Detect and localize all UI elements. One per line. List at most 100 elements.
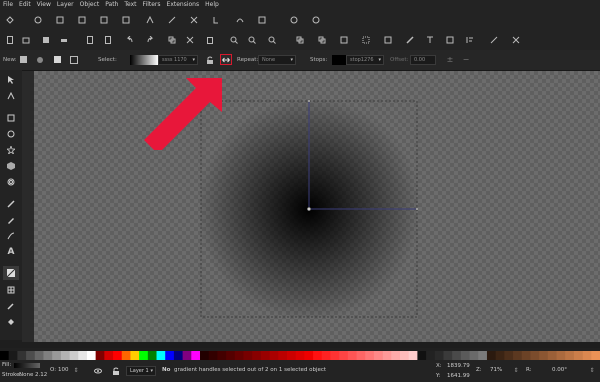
rotation-value[interactable]: 0.00° <box>552 367 567 373</box>
snap-page-icon[interactable] <box>258 16 266 24</box>
dropper-icon[interactable] <box>7 302 15 310</box>
fill-indicator[interactable] <box>14 363 40 368</box>
pencil-icon[interactable] <box>7 200 15 208</box>
layer-select[interactable]: Layer 1 ▾ <box>126 366 156 376</box>
cut-icon[interactable] <box>186 36 194 44</box>
menu-help[interactable]: Help <box>202 0 222 10</box>
preferences-icon[interactable] <box>490 36 498 44</box>
paint-bucket-icon[interactable] <box>7 318 15 326</box>
new-document-icon[interactable] <box>6 36 14 44</box>
redo-icon[interactable] <box>146 36 154 44</box>
zoom-drawing-icon[interactable] <box>248 36 256 44</box>
export-icon[interactable] <box>104 36 112 44</box>
align-icon[interactable] <box>466 36 474 44</box>
snap-center-icon[interactable] <box>122 16 130 24</box>
print-icon[interactable] <box>60 36 68 44</box>
offset-input[interactable]: 0.00 <box>410 55 436 65</box>
add-stop-icon[interactable]: ± <box>446 56 454 64</box>
opacity-stepper-icon[interactable]: ⇕ <box>72 367 80 375</box>
menu-filters[interactable]: Filters <box>140 0 164 10</box>
node-icon[interactable] <box>7 92 15 100</box>
snap-bbox-corner-icon[interactable] <box>78 16 86 24</box>
undo-icon[interactable] <box>126 36 134 44</box>
snap-path-icon[interactable] <box>168 16 176 24</box>
rotation-stepper-icon[interactable]: ⇕ <box>588 367 596 375</box>
ungroup-icon[interactable] <box>384 36 392 44</box>
unlink-clone-icon[interactable] <box>340 36 348 44</box>
menu-edit[interactable]: Edit <box>16 0 34 10</box>
on-fill-button[interactable] <box>54 56 61 63</box>
paste-icon[interactable] <box>206 36 214 44</box>
delete-stop-icon[interactable]: − <box>462 56 470 64</box>
menu-text[interactable]: Text <box>121 0 139 10</box>
offset-value: 0.00 <box>414 57 426 63</box>
open-icon[interactable] <box>22 36 30 44</box>
stop-value: stop1276 <box>350 57 374 63</box>
snap-guide-icon[interactable] <box>312 16 320 24</box>
spiral-icon[interactable] <box>7 178 15 186</box>
rect-icon[interactable] <box>7 114 15 122</box>
commands-toolbar <box>0 30 600 50</box>
calligraphy-icon[interactable] <box>7 232 15 240</box>
radial-gradient-button[interactable] <box>36 56 44 64</box>
mesh-icon[interactable] <box>7 286 15 294</box>
snap-cusp-icon[interactable] <box>212 16 220 24</box>
snap-nodes-icon[interactable] <box>146 16 154 24</box>
gradient-tool-active[interactable] <box>3 266 19 280</box>
opacity-value[interactable]: 100 <box>58 367 69 373</box>
on-stroke-button[interactable] <box>70 56 78 64</box>
chevron-down-icon: ▾ <box>378 57 381 63</box>
menu-layer[interactable]: Layer <box>54 0 77 10</box>
text-font-icon[interactable] <box>426 36 434 44</box>
new-label: New: <box>3 57 17 63</box>
snap-bbox-icon[interactable] <box>34 16 42 24</box>
snap-smooth-icon[interactable] <box>236 16 244 24</box>
save-icon[interactable] <box>42 36 50 44</box>
snap-grid-icon[interactable] <box>290 16 298 24</box>
color-palette[interactable] <box>0 348 600 363</box>
zoom-selection-icon[interactable] <box>230 36 238 44</box>
visibility-eye-icon[interactable] <box>94 367 102 375</box>
import-icon[interactable] <box>86 36 94 44</box>
star-icon[interactable] <box>7 146 15 154</box>
stops-combo[interactable]: stop1276 ▾ <box>346 55 384 65</box>
menu-file[interactable]: File <box>0 0 16 10</box>
document-properties-icon[interactable] <box>512 36 520 44</box>
repeat-combo[interactable]: None ▾ <box>258 55 296 65</box>
menu-object[interactable]: Object <box>77 0 103 10</box>
repeat-label: Repeat: <box>237 57 259 63</box>
snap-intersection-icon[interactable] <box>190 16 198 24</box>
text-icon[interactable]: A <box>7 248 15 257</box>
menu-extensions[interactable]: Extensions <box>164 0 203 10</box>
menu-view[interactable]: View <box>34 0 54 10</box>
vertical-ruler[interactable] <box>22 71 34 342</box>
pen-icon[interactable] <box>7 216 15 224</box>
stroke-value[interactable]: None <box>19 372 33 378</box>
menu-path[interactable]: Path <box>102 0 121 10</box>
lock-layer-icon[interactable] <box>112 367 120 375</box>
zoom-value[interactable]: 71% <box>490 367 502 373</box>
3d-box-icon[interactable] <box>7 162 15 170</box>
canvas[interactable] <box>34 71 600 342</box>
copy-icon[interactable] <box>168 36 176 44</box>
snap-midpoint-icon[interactable] <box>100 16 108 24</box>
status-message: gradient handles selected out of 2 on 1 … <box>174 367 327 373</box>
group-icon[interactable] <box>362 36 370 44</box>
repeat-value: None <box>262 57 276 63</box>
selector-icon[interactable] <box>7 76 15 84</box>
gradient-end-handle[interactable] <box>416 208 418 210</box>
gradient-end-handle[interactable] <box>308 100 310 102</box>
snap-bbox-edge-icon[interactable] <box>56 16 64 24</box>
linear-gradient-button[interactable] <box>20 56 27 63</box>
stroke-width-value[interactable]: 2.12 <box>35 372 47 378</box>
clone-icon[interactable] <box>318 36 326 44</box>
zoom-page-icon[interactable] <box>268 36 276 44</box>
offset-label: Offset: <box>390 57 409 63</box>
gradient-center-handle[interactable] <box>306 206 312 212</box>
fill-stroke-icon[interactable] <box>406 36 414 44</box>
xml-editor-icon[interactable] <box>446 36 454 44</box>
circle-icon[interactable] <box>7 130 15 138</box>
zoom-stepper-icon[interactable]: ⇕ <box>512 367 520 375</box>
snap-toggle-icon[interactable] <box>6 16 14 24</box>
duplicate-icon[interactable] <box>296 36 304 44</box>
